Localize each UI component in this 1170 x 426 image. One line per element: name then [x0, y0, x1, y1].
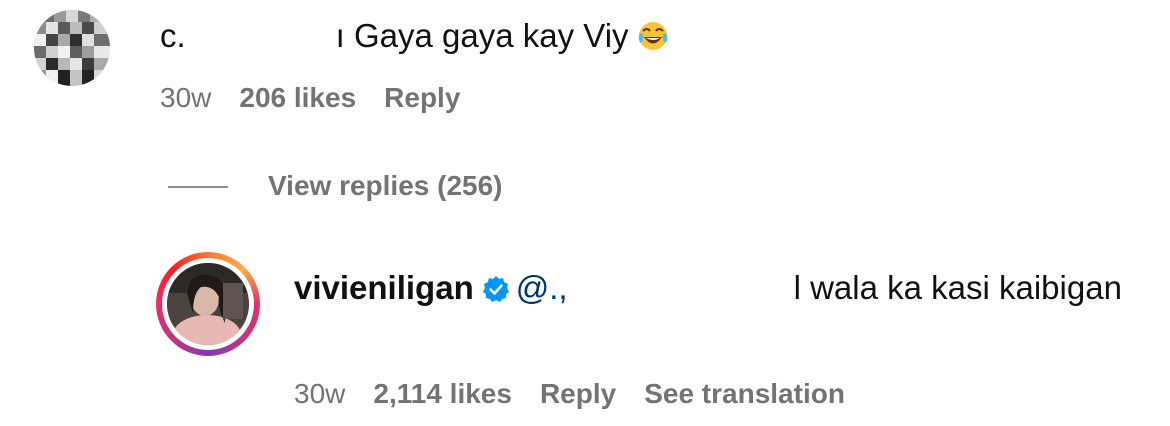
mention-link[interactable]: @., [516, 269, 568, 306]
view-replies-button[interactable]: View replies (256) [268, 168, 503, 204]
redacted-text [185, 21, 336, 51]
profile-photo-image [167, 263, 249, 345]
comment-age[interactable]: 30w [160, 82, 211, 113]
reply-avatar[interactable] [156, 252, 260, 356]
comment-username[interactable]: c. [160, 17, 186, 54]
reply-age[interactable]: 30w [294, 378, 345, 409]
pixelated-avatar-image [34, 10, 110, 86]
redacted-text [567, 273, 794, 303]
comment-meta: 30w 206 likes Reply [160, 80, 460, 116]
reply-text-line: vivieniligan @., l wala ka kasi kaibigan [294, 266, 1122, 310]
replies-divider [168, 186, 228, 188]
laughing-emoji-icon [638, 22, 667, 50]
see-translation-button[interactable]: See translation [644, 378, 845, 409]
reply-reply-button[interactable]: Reply [540, 378, 616, 409]
reply-button[interactable]: Reply [384, 82, 460, 113]
reply-likes-count[interactable]: 2,114 likes [373, 378, 512, 409]
comment-text: c. ı Gaya gaya kay Viy [160, 14, 669, 58]
avatar-photo [167, 263, 249, 345]
verified-badge-icon [482, 276, 509, 302]
comment: c. ı Gaya gaya kay Viy 30w 206 likes Reply [0, 0, 1170, 140]
reply-body-text: l wala ka kasi kaibigan [793, 269, 1122, 306]
reply-meta: 30w 2,114 likes Reply See translation [294, 376, 845, 412]
reply-username[interactable]: vivieniligan [294, 269, 474, 306]
avatar[interactable] [34, 10, 110, 86]
likes-count[interactable]: 206 likes [239, 82, 356, 113]
comment-body-text: ı Gaya gaya kay Viy [335, 17, 629, 54]
